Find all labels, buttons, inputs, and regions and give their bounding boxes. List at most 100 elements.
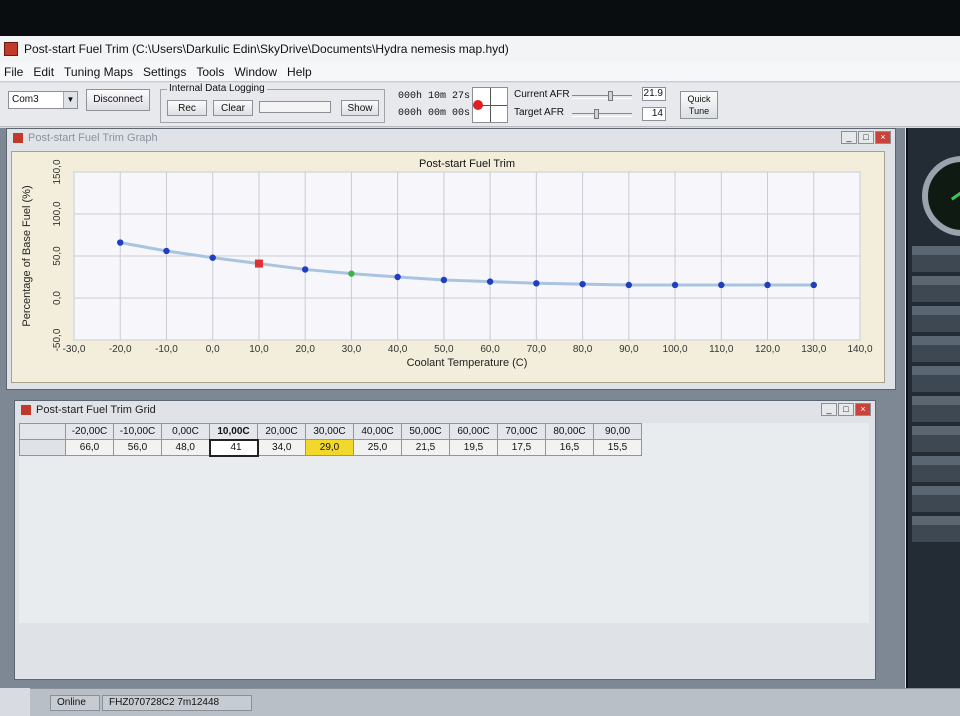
y-axis-label: Percentage of Base Fuel (%) xyxy=(21,185,33,326)
target-afr-slider-thumb[interactable] xyxy=(594,109,599,119)
fuel-trim-table: -20,00C -10,00C 0,00C 10,00C 20,00C 30,0… xyxy=(19,423,642,457)
table-cell[interactable]: 19,5 xyxy=(449,439,498,456)
maximize-icon[interactable]: □ xyxy=(838,403,854,416)
side-gauge-row[interactable] xyxy=(912,276,960,302)
gauge-dial xyxy=(922,156,960,236)
port-select[interactable]: Com3 ▼ xyxy=(8,91,78,109)
table-cell[interactable]: 66,0 xyxy=(65,439,114,456)
afr-position-dot xyxy=(473,100,483,110)
close-icon[interactable]: × xyxy=(875,131,891,144)
menu-bar: File Edit Tuning Maps Settings Tools Win… xyxy=(0,62,960,82)
table-corner xyxy=(19,423,66,440)
menu-tools[interactable]: Tools xyxy=(192,65,230,79)
panel-icon xyxy=(21,405,31,415)
graph-panel-titlebar[interactable]: Post-start Fuel Trim Graph xyxy=(7,129,895,147)
target-afr-slider[interactable] xyxy=(572,109,632,119)
x-tick-label: 90,0 xyxy=(619,344,639,355)
current-afr-field: 21.9 xyxy=(642,87,666,101)
menu-window[interactable]: Window xyxy=(230,65,283,79)
side-gauge-row[interactable] xyxy=(912,396,960,422)
menu-tuning-maps[interactable]: Tuning Maps xyxy=(60,65,139,79)
menu-settings[interactable]: Settings xyxy=(139,65,192,79)
chevron-down-icon[interactable]: ▼ xyxy=(63,92,77,108)
side-gauge-row[interactable] xyxy=(912,516,960,542)
menu-edit[interactable]: Edit xyxy=(29,65,60,79)
x-tick-label: -20,0 xyxy=(109,344,132,355)
table-cell[interactable]: 17,5 xyxy=(497,439,546,456)
data-point xyxy=(394,273,401,281)
menu-help[interactable]: Help xyxy=(283,65,318,79)
table-row: 66,0 56,0 48,0 41 34,0 29,0 25,0 21,5 19… xyxy=(19,438,642,457)
table-cell-editing[interactable]: 41 xyxy=(208,438,259,457)
disconnect-button[interactable]: Disconnect xyxy=(86,89,150,111)
data-point xyxy=(625,281,633,289)
y-tick-label: 150,0 xyxy=(52,159,63,184)
table-cell[interactable]: 21,5 xyxy=(401,439,450,456)
side-gauge-header xyxy=(912,397,960,405)
column-header: 60,00C xyxy=(449,423,498,440)
data-point xyxy=(764,281,771,289)
data-logging-group: Internal Data Logging Rec Clear Show xyxy=(160,83,385,123)
data-logging-label: Internal Data Logging xyxy=(167,83,267,94)
data-point xyxy=(718,281,725,289)
current-afr-slider-thumb[interactable] xyxy=(608,91,613,101)
x-tick-label: 120,0 xyxy=(755,344,780,355)
close-icon[interactable]: × xyxy=(855,403,871,416)
data-point xyxy=(533,280,540,287)
side-gauge-row[interactable] xyxy=(912,366,960,392)
side-gauge-row[interactable] xyxy=(912,336,960,362)
toolbar: Com3 ▼ Disconnect Internal Data Logging … xyxy=(0,83,960,127)
side-gauge-header xyxy=(912,487,960,495)
table-cell[interactable]: 48,0 xyxy=(161,439,210,456)
afr-target-indicator xyxy=(472,87,508,123)
quick-tune-button[interactable]: Quick Tune xyxy=(680,91,718,119)
show-button[interactable]: Show xyxy=(341,100,379,116)
minimize-icon[interactable]: _ xyxy=(841,131,857,144)
y-tick-label: 100,0 xyxy=(52,201,63,226)
side-gauge-row[interactable] xyxy=(912,456,960,482)
rec-button[interactable]: Rec xyxy=(167,100,207,116)
table-cell[interactable]: 25,0 xyxy=(353,439,402,456)
side-gauge-row[interactable] xyxy=(912,486,960,512)
x-tick-label: 60,0 xyxy=(480,344,500,355)
connection-status: Online xyxy=(50,695,100,711)
graph-panel-title: Post-start Fuel Trim Graph xyxy=(28,132,158,144)
log-timer-elapsed: 000h 10m 27s xyxy=(398,91,471,102)
clear-button[interactable]: Clear xyxy=(213,100,253,116)
side-gauge-header xyxy=(912,247,960,255)
gauge-side-panel xyxy=(906,128,960,688)
chart-title: Post-start Fuel Trim xyxy=(419,158,515,170)
data-point xyxy=(671,281,679,289)
table-cell[interactable]: 15,5 xyxy=(593,439,642,456)
table-cell-highlighted[interactable]: 29,0 xyxy=(305,439,354,456)
title-bar: Post-start Fuel Trim (C:\Users\Darkulic … xyxy=(0,36,960,62)
column-header: 30,00C xyxy=(305,423,354,440)
side-gauge-row[interactable] xyxy=(912,246,960,272)
table-cell[interactable]: 34,0 xyxy=(257,439,306,456)
column-header: 10,00C xyxy=(209,423,258,440)
column-header: -10,00C xyxy=(113,423,162,440)
row-header xyxy=(19,439,66,456)
current-afr-label: Current AFR xyxy=(514,89,570,100)
grid-panel-window-buttons: _ □ × xyxy=(821,403,871,416)
target-afr-field[interactable]: 14 xyxy=(642,107,666,121)
x-tick-label: -10,0 xyxy=(155,344,178,355)
maximize-icon[interactable]: □ xyxy=(858,131,874,144)
fuel-trim-chart: -30,0 -20,0 -10,0 0,0 10,0 20,0 30,0 40,0 50,0 60… xyxy=(21,158,873,369)
side-gauge-row[interactable] xyxy=(912,426,960,452)
table-cell[interactable]: 16,5 xyxy=(545,439,594,456)
side-gauge-header xyxy=(912,277,960,285)
grid-panel-titlebar[interactable]: Post-start Fuel Trim Grid xyxy=(15,401,875,419)
table-cell[interactable]: 56,0 xyxy=(113,439,162,456)
x-tick-label: 140,0 xyxy=(847,344,872,355)
current-afr-slider[interactable] xyxy=(572,91,632,101)
minimize-icon[interactable]: _ xyxy=(821,403,837,416)
side-gauge-row[interactable] xyxy=(912,306,960,332)
menu-file[interactable]: File xyxy=(0,65,29,79)
port-value: Com3 xyxy=(12,94,39,105)
app-icon xyxy=(4,42,18,56)
column-header: 80,00C xyxy=(545,423,594,440)
gauge-needle xyxy=(950,186,960,201)
chart-area: -30,0 -20,0 -10,0 0,0 10,0 20,0 30,0 40,0 50,0 60… xyxy=(11,151,885,383)
column-header: 20,00C xyxy=(257,423,306,440)
